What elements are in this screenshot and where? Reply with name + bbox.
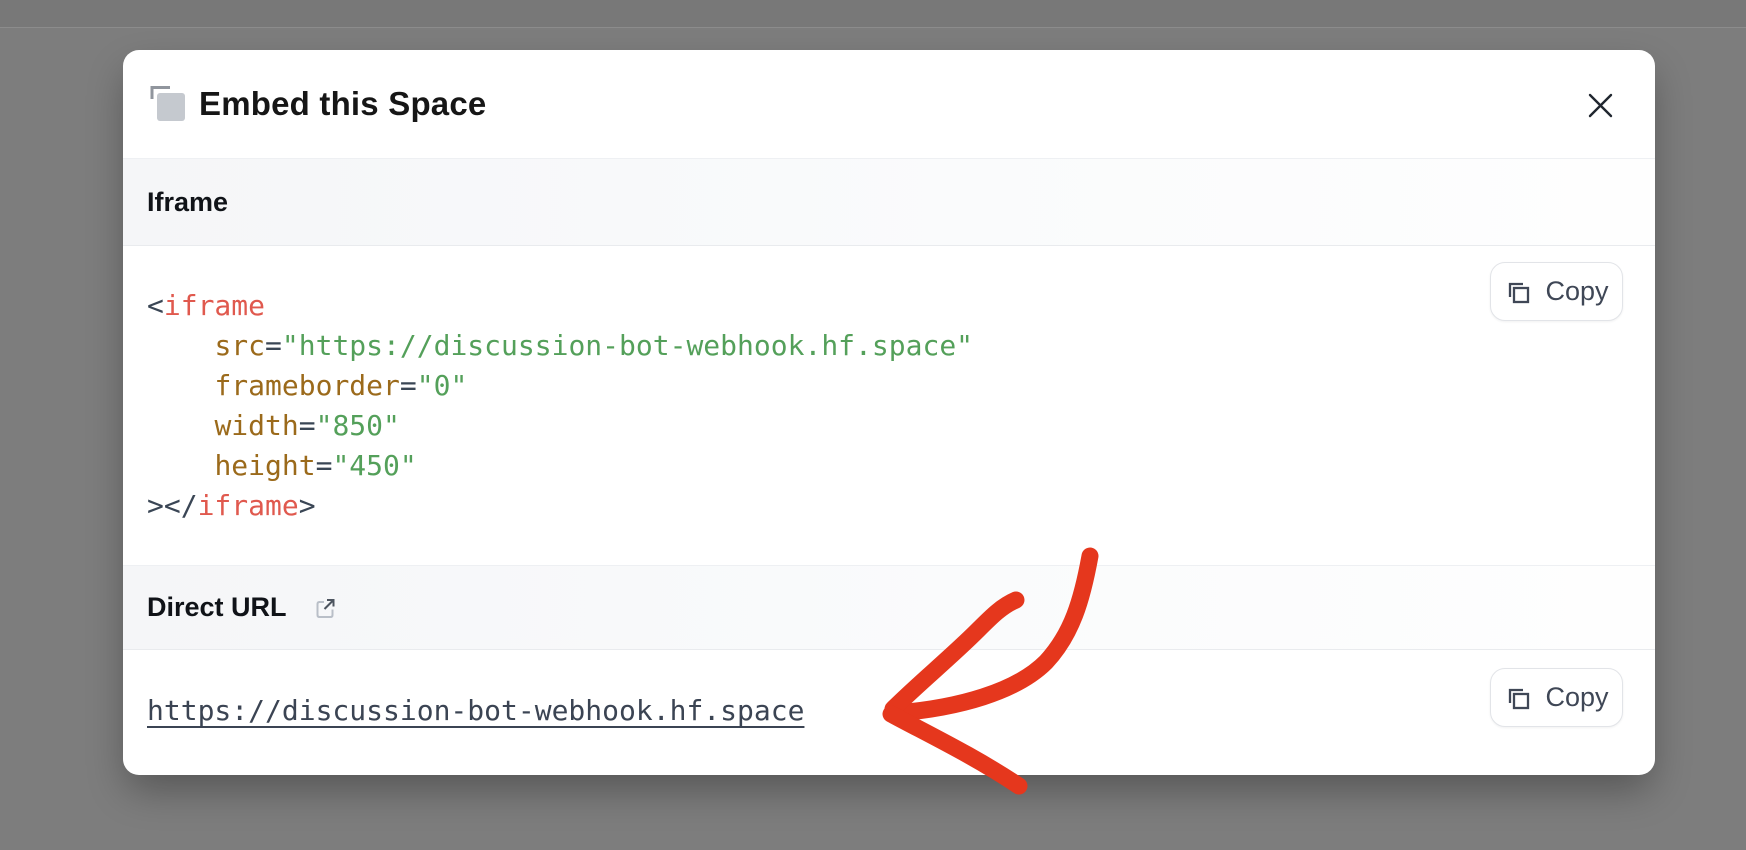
copy-iframe-button[interactable]: Copy (1490, 262, 1623, 321)
direct-url-section-header: Direct URL (123, 565, 1655, 650)
copy-icon (1504, 684, 1532, 712)
direct-url-section-label: Direct URL (147, 592, 287, 623)
code-line: height="450" (147, 446, 1655, 486)
direct-url-link[interactable]: https://discussion-bot-webhook.hf.space (147, 694, 804, 727)
close-icon (1588, 93, 1613, 118)
code-line: ></iframe> (147, 486, 1655, 526)
iframe-embed-code: <iframe src="https://discussion-bot-webh… (123, 246, 1655, 526)
copy-iframe-label: Copy (1545, 276, 1608, 307)
embed-space-modal: Embed this Space Iframe <iframe src="htt… (123, 50, 1655, 775)
code-line: width="850" (147, 406, 1655, 446)
iframe-code-section: <iframe src="https://discussion-bot-webh… (123, 246, 1655, 565)
iframe-section-label: Iframe (147, 187, 228, 218)
copy-icon (1504, 278, 1532, 306)
embed-copy-icon-svg (147, 83, 187, 125)
code-line: src="https://discussion-bot-webhook.hf.s… (147, 326, 1655, 366)
modal-header: Embed this Space (123, 50, 1655, 158)
background-top-edge (0, 0, 1746, 28)
copy-url-label: Copy (1545, 682, 1608, 713)
close-button[interactable] (1579, 84, 1621, 126)
copy-url-button[interactable]: Copy (1490, 668, 1623, 727)
external-link-icon-svg (313, 596, 337, 620)
iframe-section-header: Iframe (123, 158, 1655, 246)
external-link-icon[interactable] (313, 596, 337, 620)
embed-copy-icon (147, 83, 187, 125)
code-line: frameborder="0" (147, 366, 1655, 406)
modal-title: Embed this Space (199, 85, 486, 123)
direct-url-section: https://discussion-bot-webhook.hf.space … (123, 650, 1655, 771)
code-line: <iframe (147, 286, 1655, 326)
